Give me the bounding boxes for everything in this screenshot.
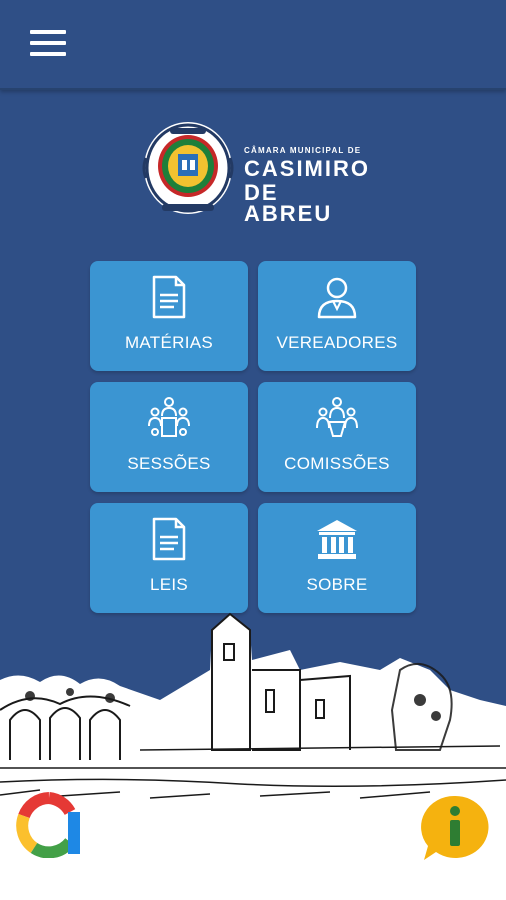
person-icon xyxy=(317,277,357,319)
menu-grid: MATÉRIAS VEREADORES SESSÕES COMISSÕES LE… xyxy=(90,261,418,613)
council-logo: CÂMARA MUNICIPAL DE CASIMIRO DE ABREU xyxy=(140,118,370,226)
committee-icon xyxy=(316,397,358,437)
app-bar xyxy=(0,0,506,90)
tile-label: LEIS xyxy=(149,575,189,594)
tile-sobre[interactable]: SOBRE xyxy=(258,503,416,613)
document-icon xyxy=(152,275,186,319)
tile-label: COMISSÕES xyxy=(284,454,390,473)
hamburger-menu-icon[interactable] xyxy=(30,30,66,56)
tile-label: SESSÕES xyxy=(127,454,211,473)
tile-label: VEREADORES xyxy=(276,333,398,352)
logo-title-line2: DE ABREU xyxy=(244,180,333,226)
tile-comissoes[interactable]: COMISSÕES xyxy=(258,382,416,492)
app-brand-logo[interactable] xyxy=(16,792,82,858)
tile-label: SOBRE xyxy=(306,575,368,594)
document-icon xyxy=(152,517,186,561)
tile-sessoes[interactable]: SESSÕES xyxy=(90,382,248,492)
tile-label: MATÉRIAS xyxy=(124,333,214,352)
tile-leis[interactable]: LEIS xyxy=(90,503,248,613)
council-seal-icon xyxy=(142,122,234,214)
tile-materias[interactable]: MATÉRIAS xyxy=(90,261,248,371)
logo-subtitle: CÂMARA MUNICIPAL DE xyxy=(244,146,362,155)
tile-vereadores[interactable]: VEREADORES xyxy=(258,261,416,371)
institution-building-icon xyxy=(317,520,357,559)
logo-title-line1: CASIMIRO xyxy=(244,156,370,181)
info-icon[interactable] xyxy=(418,794,492,864)
group-meeting-icon xyxy=(148,397,190,437)
